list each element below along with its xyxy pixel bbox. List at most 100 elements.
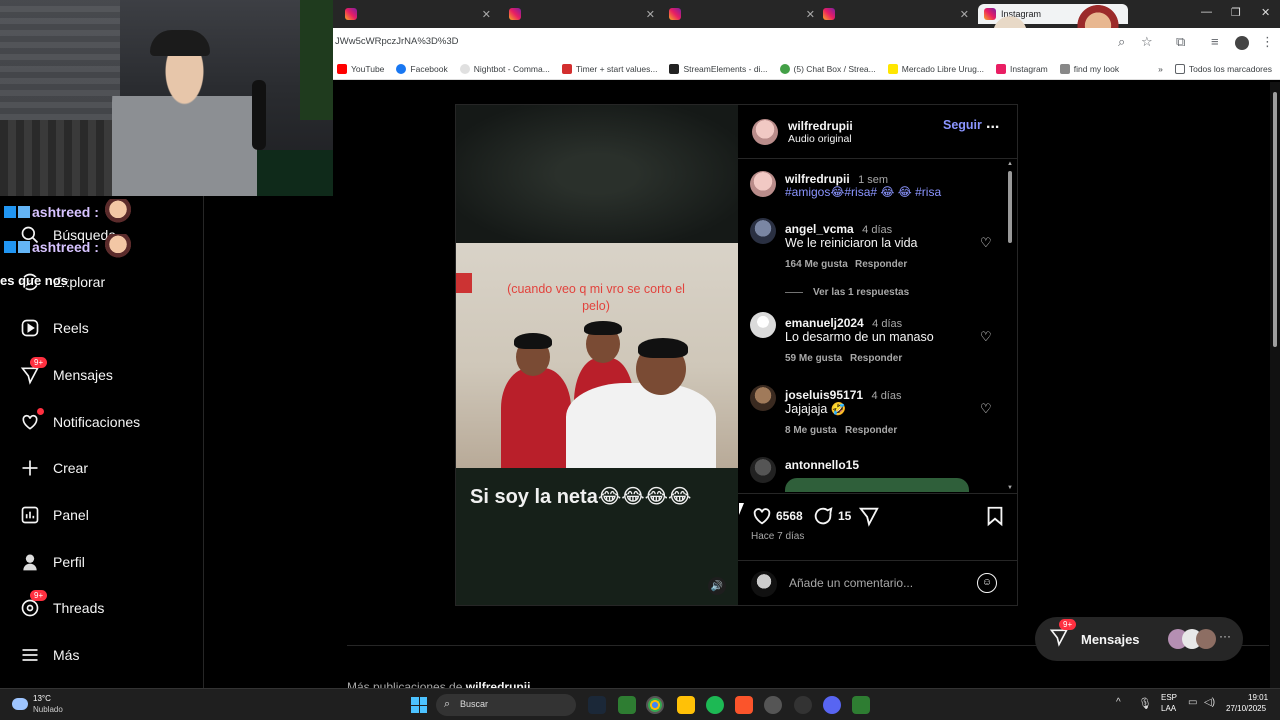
browser-tab[interactable]: ✕ bbox=[503, 4, 661, 24]
browser-tab[interactable]: ✕ bbox=[663, 4, 821, 24]
sidebar-item-panel[interactable]: Panel bbox=[18, 501, 89, 529]
share-icon[interactable] bbox=[858, 505, 880, 532]
window-close-icon[interactable]: ✕ bbox=[1261, 6, 1270, 19]
comment-avatar[interactable] bbox=[750, 385, 776, 411]
network-icon[interactable]: ▭ bbox=[1188, 697, 1197, 708]
bookmark-youtube[interactable]: YouTube bbox=[337, 63, 384, 74]
comment-count[interactable]: 15 bbox=[838, 509, 851, 523]
taskbar-search-input[interactable]: Buscar bbox=[460, 699, 488, 709]
view-replies-button[interactable]: Ver las 1 respuestas bbox=[813, 287, 909, 298]
scroll-down-icon[interactable]: ▼ bbox=[1007, 485, 1013, 491]
bookmark-streamelements[interactable]: StreamElements - di... bbox=[669, 63, 768, 74]
caption-avatar[interactable] bbox=[750, 171, 776, 197]
comment-username[interactable]: angel_vcma bbox=[785, 222, 854, 236]
microphone-icon[interactable]: 🎙 bbox=[1138, 697, 1152, 710]
comment-like-icon[interactable]: ♡ bbox=[980, 330, 994, 344]
bookmark-mercadolibre[interactable]: Mercado Libre Urug... bbox=[887, 63, 984, 74]
steam-icon[interactable] bbox=[588, 696, 606, 714]
volume-icon[interactable]: ◁) bbox=[1204, 697, 1215, 708]
sidebar-item-crear[interactable]: Crear bbox=[18, 454, 88, 482]
bookmark-nightbot[interactable]: Nightbot - Comma... bbox=[459, 63, 550, 74]
maximize-icon[interactable]: ❐ bbox=[1231, 6, 1241, 19]
windows-start-icon[interactable] bbox=[411, 697, 427, 713]
comments-scrollbar[interactable]: ▲ ▼ bbox=[1005, 161, 1015, 493]
reply-button[interactable]: Responder bbox=[845, 425, 897, 436]
emoji-icon[interactable]: ☺ bbox=[977, 573, 997, 593]
page-scrollbar[interactable] bbox=[1270, 82, 1280, 688]
close-tab-icon[interactable]: ✕ bbox=[806, 8, 815, 21]
author-username[interactable]: wilfredrupii bbox=[788, 119, 853, 133]
comment-avatar[interactable] bbox=[750, 218, 776, 244]
bookmarks-overflow-icon[interactable]: » bbox=[1158, 64, 1163, 74]
bookmark-findmylook[interactable]: find my look bbox=[1059, 63, 1119, 74]
profile-avatar-icon[interactable] bbox=[1235, 36, 1249, 50]
sidebar-item-mas[interactable]: Más bbox=[18, 641, 79, 669]
sidebar-item-threads[interactable]: 9+ Threads bbox=[18, 590, 104, 622]
bookmark-star-icon[interactable]: ☆ bbox=[1141, 34, 1153, 50]
page-scrollbar-thumb[interactable] bbox=[1273, 92, 1277, 347]
follow-button[interactable]: Seguir bbox=[943, 118, 982, 132]
clock-date[interactable]: 27/10/2025 bbox=[1226, 704, 1266, 713]
discord-icon[interactable] bbox=[823, 696, 841, 714]
comment-likes[interactable]: 8 Me gusta bbox=[785, 425, 837, 436]
scroll-up-icon[interactable]: ▲ bbox=[1007, 161, 1013, 167]
comment-likes[interactable]: 59 Me gusta bbox=[785, 353, 842, 364]
close-tab-icon[interactable]: ✕ bbox=[482, 8, 491, 21]
comment-avatar[interactable] bbox=[750, 457, 776, 483]
reply-button[interactable]: Responder bbox=[850, 353, 902, 364]
close-tab-icon[interactable]: ✕ bbox=[960, 8, 969, 21]
language-code[interactable]: ESP bbox=[1161, 693, 1177, 702]
excel-icon[interactable] bbox=[852, 696, 870, 714]
volume-icon[interactable]: 🔊 bbox=[708, 577, 726, 595]
comment-like-icon[interactable]: ♡ bbox=[980, 402, 994, 416]
caption-username[interactable]: wilfredrupii bbox=[785, 172, 850, 186]
comment-like-icon[interactable]: ♡ bbox=[980, 236, 994, 250]
browser-tab[interactable]: ✕ bbox=[817, 4, 975, 24]
spotify-icon[interactable] bbox=[706, 696, 724, 714]
media-icon[interactable]: ≡ bbox=[1211, 34, 1219, 49]
app-icon[interactable] bbox=[764, 696, 782, 714]
all-bookmarks[interactable]: Todos los marcadores bbox=[1174, 63, 1272, 74]
close-tab-icon[interactable]: ✕ bbox=[646, 8, 655, 21]
caption-hashtags[interactable]: #amigos😂#risa# 😂 😂 #risa bbox=[785, 185, 941, 199]
sidebar-item-notificaciones[interactable]: Notificaciones bbox=[18, 408, 140, 436]
comment-avatar[interactable] bbox=[750, 312, 776, 338]
bookmark-chatbox[interactable]: (5) Chat Box / Strea... bbox=[779, 63, 876, 74]
kebab-menu-icon[interactable]: ⋮ bbox=[1261, 34, 1274, 50]
chrome-icon[interactable] bbox=[646, 696, 664, 714]
like-icon[interactable] bbox=[751, 505, 773, 532]
chevron-up-icon[interactable]: ^ bbox=[1116, 697, 1121, 708]
like-count[interactable]: 6568 bbox=[776, 509, 803, 523]
author-avatar[interactable] bbox=[752, 119, 778, 145]
messages-pill[interactable]: 9+ Mensajes ··· bbox=[1035, 617, 1243, 661]
sidebar-item-reels[interactable]: Reels bbox=[18, 314, 89, 342]
weather-desc[interactable]: Nublado bbox=[33, 705, 63, 714]
sidebar-item-mensajes[interactable]: 9+ Mensajes bbox=[18, 357, 113, 389]
minimize-icon[interactable]: — bbox=[1201, 6, 1212, 18]
scrollbar-thumb[interactable] bbox=[1008, 171, 1012, 243]
browser-tab[interactable]: ✕ bbox=[339, 4, 497, 24]
address-bar[interactable]: JWw5cWRpczJrNA%3D%3D ⌕ ☆ ⧉ ≡ ⋮ bbox=[333, 28, 1280, 58]
taskbar-search[interactable]: ⌕ Buscar bbox=[436, 694, 576, 716]
obs-icon[interactable] bbox=[794, 696, 812, 714]
post-media[interactable]: (cuando veo q mi vro se corto el pelo) S… bbox=[456, 105, 738, 605]
url-text[interactable]: JWw5cWRpczJrNA%3D%3D bbox=[335, 36, 459, 47]
bookmark-timer[interactable]: Timer + start values... bbox=[561, 63, 657, 74]
comment-icon[interactable] bbox=[812, 505, 834, 532]
keyboard-layout[interactable]: LAA bbox=[1161, 704, 1176, 713]
clock-time[interactable]: 19:01 bbox=[1248, 693, 1268, 702]
weather-temp[interactable]: 13°C bbox=[33, 694, 51, 703]
bookmark-instagram[interactable]: Instagram bbox=[995, 63, 1048, 74]
zoom-icon[interactable]: ⌕ bbox=[1118, 34, 1125, 50]
reply-button[interactable]: Responder bbox=[855, 259, 907, 270]
comment-username[interactable]: joseluis95171 bbox=[785, 388, 863, 402]
comment-username[interactable]: antonnello15 bbox=[785, 458, 859, 472]
minecraft-icon[interactable] bbox=[618, 696, 636, 714]
comment-input[interactable]: Añade un comentario... bbox=[789, 576, 913, 590]
audio-label[interactable]: Audio original bbox=[788, 133, 852, 145]
save-icon[interactable] bbox=[985, 505, 1005, 532]
brave-icon[interactable] bbox=[735, 696, 753, 714]
extensions-icon[interactable]: ⧉ bbox=[1176, 34, 1185, 50]
more-options-icon[interactable]: ... bbox=[986, 115, 999, 133]
bookmark-facebook[interactable]: Facebook bbox=[396, 63, 448, 74]
